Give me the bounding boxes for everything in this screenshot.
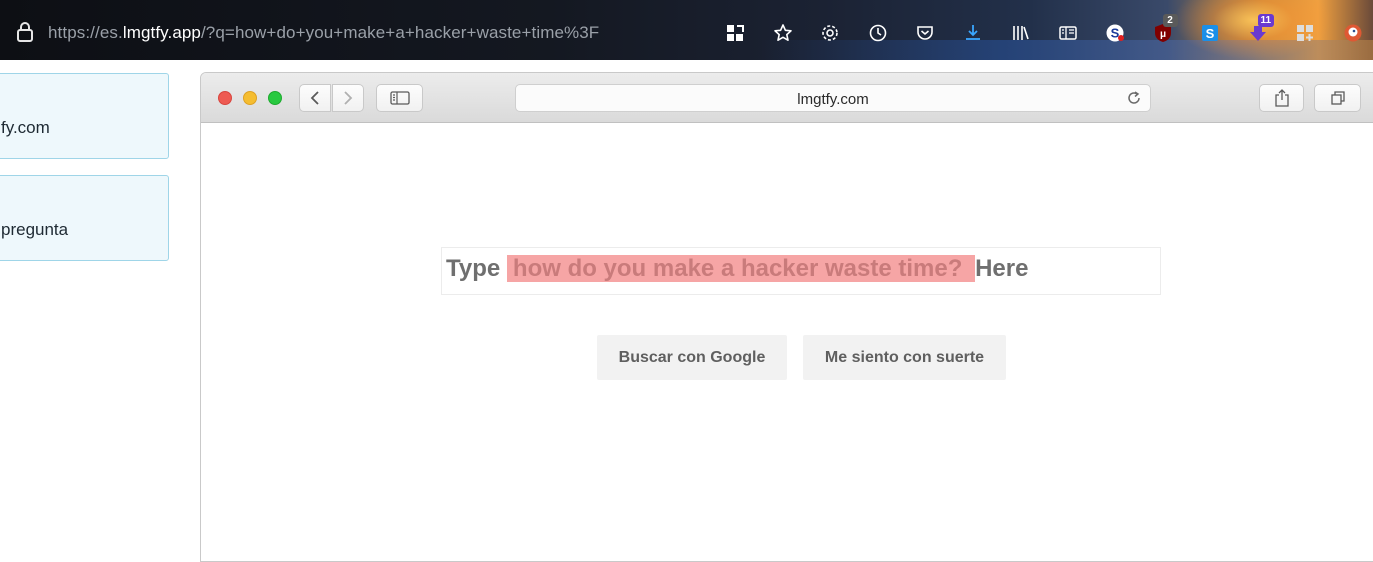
left-card-question[interactable]: pregunta — [0, 175, 169, 261]
type-prefix: Type — [446, 255, 501, 282]
ublock-badge: 2 — [1162, 14, 1178, 27]
feeling-lucky-button[interactable]: Me siento con suerte — [803, 335, 1006, 380]
browser-toolbar: https://es.lmgtfy.app/?q=how+do+you+make… — [0, 0, 1373, 60]
duckduckgo-icon[interactable] — [1338, 18, 1368, 48]
type-suffix: Here — [975, 255, 1029, 282]
minimize-window-button[interactable] — [243, 91, 257, 105]
left-card-question-label: pregunta — [1, 220, 69, 239]
settings-gear-icon[interactable] — [815, 18, 845, 48]
url-path: /?q=how+do+you+make+a+hacker+waste+time%… — [200, 23, 600, 42]
bookmark-star-icon[interactable] — [768, 18, 798, 48]
share-button[interactable] — [1259, 84, 1304, 112]
extensions-grid-icon[interactable] — [720, 18, 750, 48]
tabs-overview-button[interactable] — [1314, 84, 1361, 112]
left-card-site-label: fy.com — [1, 118, 50, 137]
reload-icon[interactable] — [1126, 90, 1142, 106]
toolbar-icons: S μ 2 S 11 — [720, 14, 1373, 48]
download-extension-badge: 11 — [1257, 14, 1275, 27]
back-button[interactable] — [299, 84, 331, 112]
s-extension-icon[interactable]: S — [1100, 18, 1130, 48]
left-card-site[interactable]: fy.com — [0, 73, 169, 159]
reader-view-icon[interactable] — [1053, 18, 1083, 48]
downloads-icon[interactable] — [958, 18, 988, 48]
svg-text:S: S — [1206, 26, 1215, 41]
safari-address-bar[interactable]: lmgtfy.com — [515, 84, 1151, 112]
highlighted-query: how do you make a hacker waste time? — [506, 255, 976, 282]
ublock-icon[interactable]: μ 2 — [1148, 14, 1178, 48]
url-prefix: https://es. — [48, 23, 123, 42]
chevron-left-icon — [310, 91, 319, 105]
safari-address-text: lmgtfy.com — [797, 91, 869, 108]
zoom-window-button[interactable] — [268, 91, 282, 105]
close-window-button[interactable] — [218, 91, 232, 105]
library-icon[interactable] — [1005, 18, 1035, 48]
google-search-button[interactable]: Buscar con Google — [597, 335, 787, 380]
pocket-icon[interactable] — [910, 18, 940, 48]
skype-icon[interactable]: S — [1195, 18, 1225, 48]
safari-window: lmgtfy.com Type how do you make a hacker… — [200, 72, 1373, 562]
sidebar-icon — [389, 91, 410, 105]
safari-toolbar: lmgtfy.com — [201, 73, 1373, 123]
history-clock-icon[interactable] — [863, 18, 893, 48]
tabs-icon — [1330, 91, 1345, 105]
url-host: lmgtfy.app — [122, 23, 201, 42]
lock-icon[interactable] — [16, 22, 34, 42]
apps-plus-icon[interactable] — [1290, 18, 1320, 48]
forward-button[interactable] — [332, 84, 364, 112]
download-arrow-extension-icon[interactable]: 11 — [1243, 14, 1275, 48]
sidebar-button[interactable] — [376, 84, 423, 112]
animated-search-box[interactable]: Type how do you make a hacker waste time… — [441, 247, 1161, 295]
chevron-right-icon — [344, 91, 353, 105]
svg-text:μ: μ — [1159, 29, 1165, 40]
typed-text: Type how do you make a hacker waste time… — [446, 254, 1028, 284]
share-icon — [1274, 89, 1289, 107]
url-bar[interactable]: https://es.lmgtfy.app/?q=how+do+you+make… — [48, 23, 599, 43]
